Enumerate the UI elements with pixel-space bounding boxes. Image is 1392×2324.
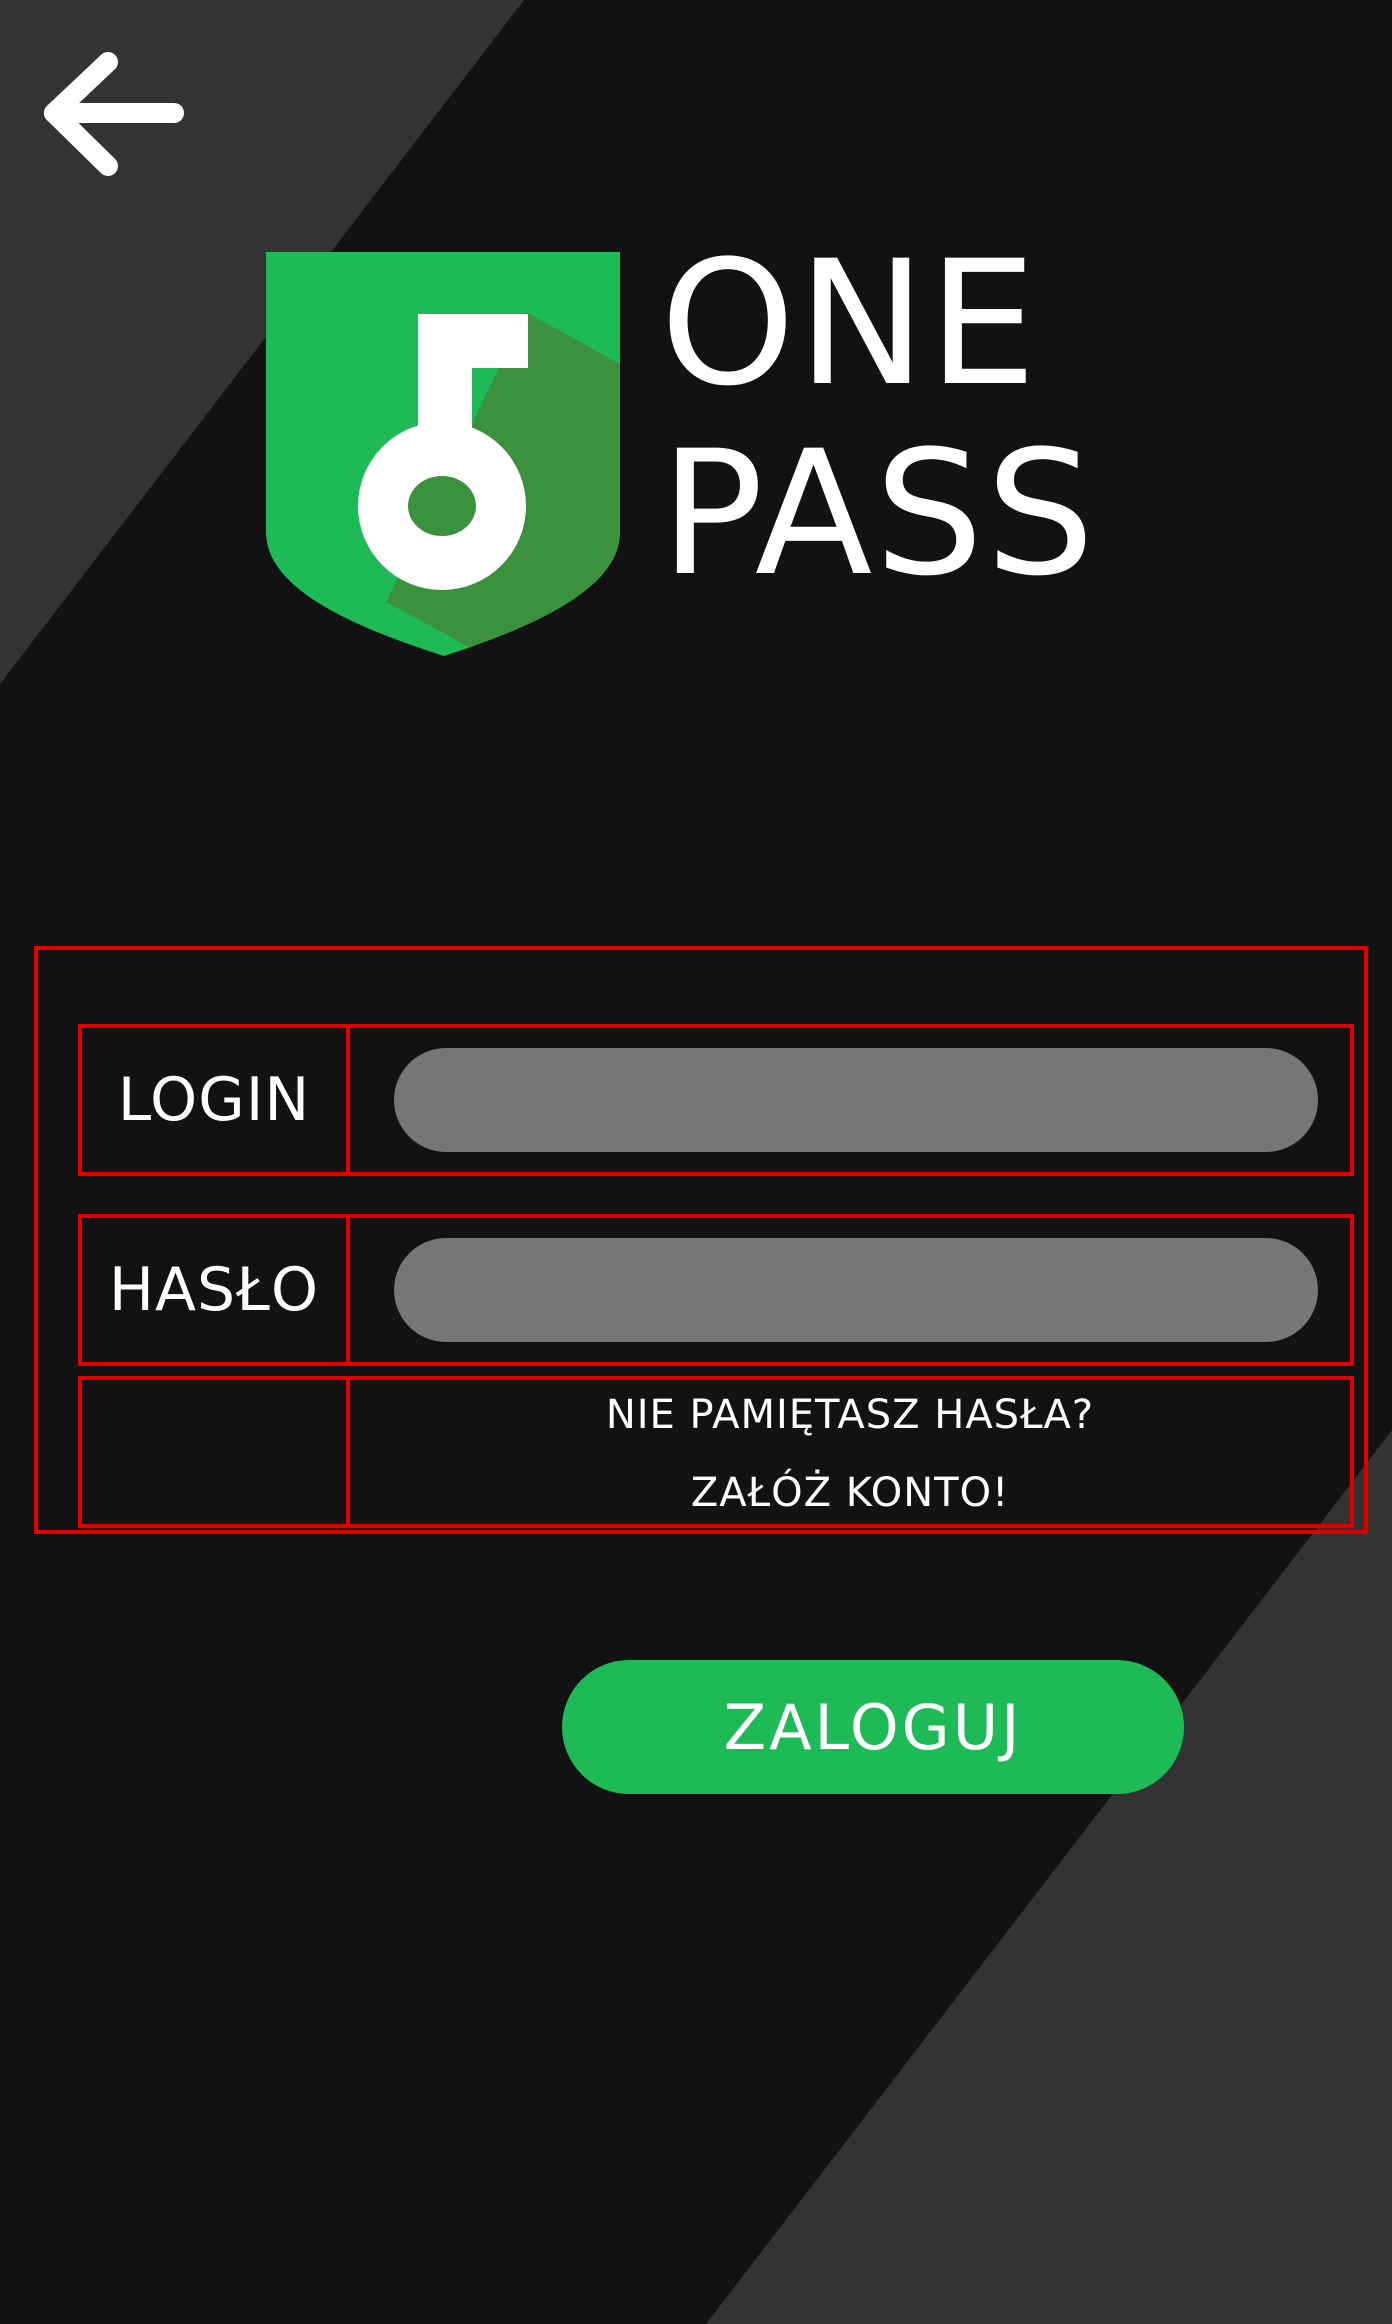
wordmark-line-two: PASS (660, 413, 1097, 614)
login-field-cell (350, 1028, 1350, 1172)
login-input[interactable] (394, 1048, 1318, 1152)
app-logo (266, 252, 620, 656)
password-field-cell (350, 1218, 1350, 1362)
password-label: HASŁO (82, 1218, 350, 1362)
wordmark-line-one: ONE (660, 223, 1039, 424)
register-link[interactable]: ZAŁÓŻ KONTO! (350, 1470, 1350, 1516)
links-row: NIE PAMIĘTASZ HASŁA? ZAŁÓŻ KONTO! (78, 1376, 1354, 1528)
login-label: LOGIN (82, 1028, 350, 1172)
links-cell: NIE PAMIĘTASZ HASŁA? ZAŁÓŻ KONTO! (350, 1380, 1350, 1524)
login-button[interactable]: ZALOGUJ (562, 1660, 1184, 1794)
links-empty-cell (82, 1380, 350, 1524)
key-shield-icon (266, 252, 620, 656)
arrow-left-icon (44, 52, 184, 176)
forgot-password-link[interactable]: NIE PAMIĘTASZ HASŁA? (350, 1392, 1350, 1438)
login-row: LOGIN (78, 1024, 1354, 1176)
back-button[interactable] (40, 48, 190, 182)
app-wordmark: ONE PASS (660, 222, 1180, 602)
password-row: HASŁO (78, 1214, 1354, 1366)
password-input[interactable] (394, 1238, 1318, 1342)
login-form: LOGIN HASŁO NIE PAMIĘTASZ HASŁA? ZAŁÓŻ K… (34, 946, 1368, 1534)
